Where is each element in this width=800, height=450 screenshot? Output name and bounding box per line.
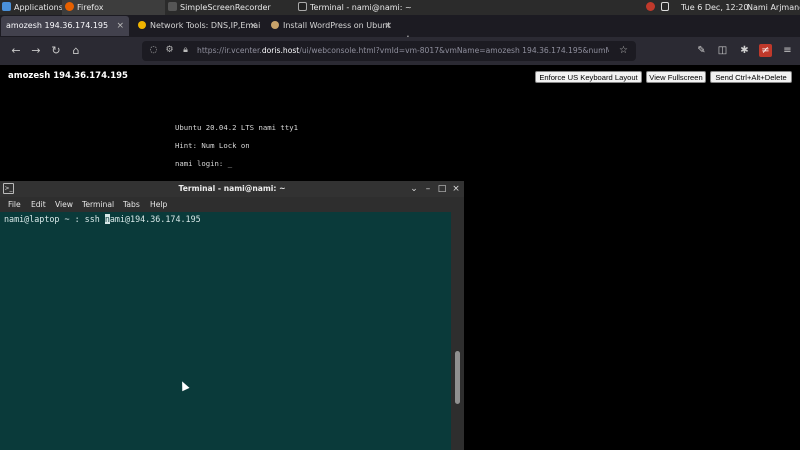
menu-icon[interactable]: ≡ xyxy=(781,44,794,57)
lock-icon[interactable] xyxy=(661,0,672,15)
top-panel: Applications Firefox SimpleScreenRecorde… xyxy=(0,0,800,15)
terminal-output[interactable]: nami@laptop ~ : ssh nami@194.36.174.195 xyxy=(0,212,451,450)
menu-terminal[interactable]: Terminal xyxy=(82,197,114,212)
view-fullscreen-button[interactable]: View Fullscreen xyxy=(646,71,706,83)
menu-file[interactable]: File xyxy=(8,197,21,212)
terminal-window: >_ Terminal - nami@nami: ~ ⌄ – □ × File … xyxy=(0,181,464,450)
addon-icon[interactable]: ≠ xyxy=(759,44,772,57)
applications-menu[interactable]: Applications xyxy=(2,0,63,15)
wrench-icon[interactable]: ✎ xyxy=(695,44,708,57)
url-bar[interactable]: ◌ ⚙ 🔒︎ https://ir.vcenter.doris.host/ui/… xyxy=(142,41,636,61)
lock-icon[interactable]: 🔒︎ xyxy=(180,45,191,56)
extension-icon[interactable]: ✱ xyxy=(738,44,751,57)
console-line: Ubuntu 20.04.2 LTS nami tty1 xyxy=(175,123,299,132)
forward-arrow-icon[interactable]: → xyxy=(28,43,44,59)
taskbar-item-simplescreenrecorder[interactable]: SimpleScreenRecorder xyxy=(168,0,288,15)
close-tab-icon[interactable]: × xyxy=(116,16,124,36)
minimize-icon[interactable]: – xyxy=(422,183,434,195)
menu-help[interactable]: Help xyxy=(150,197,167,212)
applications-icon xyxy=(2,2,11,11)
maximize-icon[interactable]: □ xyxy=(436,183,448,195)
vm-name: amozesh 194.36.174.195 xyxy=(8,71,128,81)
menu-view[interactable]: View xyxy=(55,197,73,212)
command-line: nami@laptop ~ : ssh nami@194.36.174.195 xyxy=(4,214,201,224)
bookmark-star-icon[interactable]: ☆ xyxy=(619,41,628,61)
close-tab-icon[interactable]: × xyxy=(384,16,392,36)
tab-network-tools[interactable]: Network Tools: DNS,IP,Email × xyxy=(133,16,261,36)
navigation-bar: ← → ↻ ⌂ ◌ ⚙ 🔒︎ https://ir.vcenter.doris.… xyxy=(0,37,800,65)
user-name[interactable]: Nami Arjmandi xyxy=(747,0,800,15)
firefox-icon xyxy=(65,2,74,11)
permissions-icon[interactable]: ⚙ xyxy=(164,45,175,56)
terminal-menubar: File Edit View Terminal Tabs Help xyxy=(0,197,464,212)
send-ctrl-alt-delete-button[interactable]: Send Ctrl+Alt+Delete xyxy=(710,71,792,83)
favicon-icon xyxy=(138,21,146,29)
taskbar-item-terminal[interactable]: Terminal - nami@nami: ~ xyxy=(298,0,428,15)
terminal-icon xyxy=(298,2,307,11)
tab-bar: amozesh 194.36.174.195 × Network Tools: … xyxy=(0,15,800,48)
shield-icon[interactable]: ◌ xyxy=(148,45,159,56)
reload-icon[interactable]: ↻ xyxy=(48,43,64,59)
recorder-icon xyxy=(168,2,177,11)
url-text[interactable]: https://ir.vcenter.doris.host/ui/webcons… xyxy=(197,41,609,61)
menu-tabs[interactable]: Tabs xyxy=(123,197,140,212)
menu-edit[interactable]: Edit xyxy=(31,197,46,212)
back-arrow-icon[interactable]: ← xyxy=(8,43,24,59)
taskbar-item-firefox[interactable]: Firefox xyxy=(62,0,165,15)
favicon-icon xyxy=(271,21,279,29)
terminal-scrollbar[interactable] xyxy=(451,212,464,450)
scrollbar-thumb[interactable] xyxy=(455,351,460,404)
console-line: nami login: _ xyxy=(175,159,233,168)
console-line: Hint: Num Lock on xyxy=(175,141,250,150)
close-tab-icon[interactable]: × xyxy=(249,16,257,36)
terminal-titlebar[interactable]: >_ Terminal - nami@nami: ~ ⌄ – □ × xyxy=(0,181,464,197)
terminal-title: Terminal - nami@nami: ~ xyxy=(178,184,286,193)
clock[interactable]: Tue 6 Dec, 12:20 xyxy=(681,0,748,15)
home-icon[interactable]: ⌂ xyxy=(68,43,84,59)
tab-console[interactable]: amozesh 194.36.174.195 × xyxy=(1,16,129,36)
enforce-keyboard-button[interactable]: Enforce US Keyboard Layout xyxy=(535,71,642,83)
close-icon[interactable]: × xyxy=(450,183,462,195)
tab-install-wordpress[interactable]: Install WordPress on Ubunt × xyxy=(266,16,396,36)
shade-icon[interactable]: ⌄ xyxy=(408,183,420,195)
pocket-icon[interactable]: ◫ xyxy=(716,44,729,57)
recording-indicator-icon[interactable] xyxy=(646,0,658,15)
